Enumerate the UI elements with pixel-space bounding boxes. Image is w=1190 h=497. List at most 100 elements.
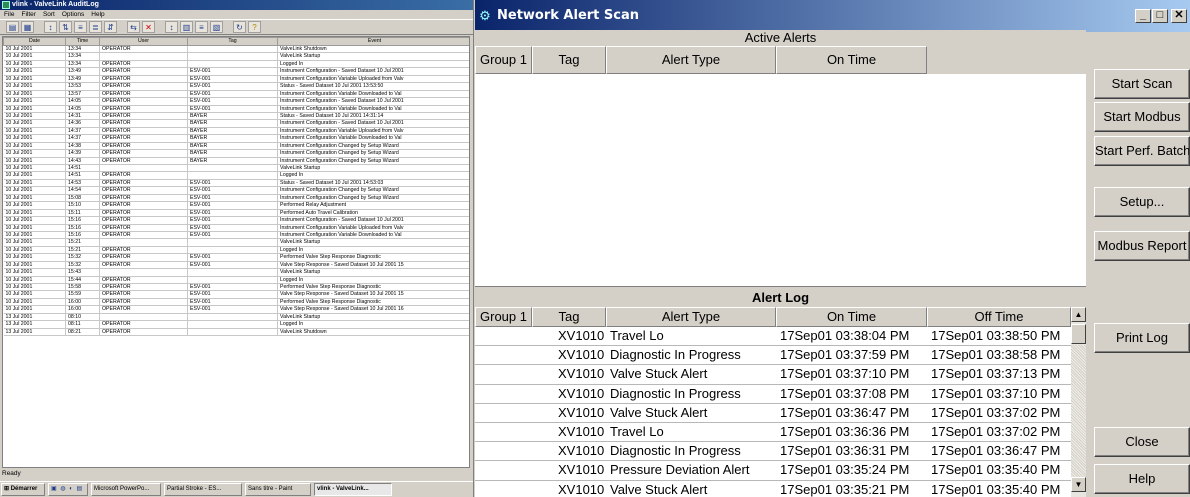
col-date[interactable]: Date bbox=[3, 37, 66, 46]
audit-row[interactable]: 10 Jul 2001 13:49 OPERATOR ESV-001 Instrumen… bbox=[3, 67, 469, 76]
close-button[interactable]: Close bbox=[1094, 427, 1190, 457]
log-col-alert-type[interactable]: Alert Type bbox=[606, 307, 776, 327]
audit-row[interactable]: 10 Jul 2001 14:37 OPERATOR BAYER Instrument … bbox=[3, 127, 469, 136]
scroll-thumb[interactable] bbox=[1071, 324, 1086, 344]
audit-row[interactable]: 10 Jul 2001 15:08 OPERATOR ESV-001 Instrumen… bbox=[3, 194, 469, 203]
col-user[interactable]: User bbox=[99, 37, 188, 46]
audit-row[interactable]: 10 Jul 2001 15:16 OPERATOR ESV-001 Instrumen… bbox=[3, 224, 469, 232]
scroll-down-icon[interactable]: ▼ bbox=[1071, 477, 1086, 492]
audit-row[interactable]: 10 Jul 2001 14:43 OPERATOR BAYER Instrument … bbox=[3, 157, 469, 166]
close-window-button[interactable]: ✕ bbox=[1171, 9, 1187, 23]
taskbar-item-powerpoint[interactable]: Microsoft PowerPo... bbox=[91, 483, 161, 496]
minimize-button[interactable]: _ bbox=[1135, 9, 1151, 23]
modbus-report-button[interactable]: Modbus Report bbox=[1094, 231, 1190, 261]
maximize-button[interactable]: □ bbox=[1152, 9, 1168, 23]
audit-row[interactable]: 10 Jul 2001 13:34 OPERATOR Logged In bbox=[3, 60, 469, 69]
alert-log-scrollbar[interactable]: ▲ ▼ bbox=[1071, 307, 1086, 497]
view-date-icon[interactable]: ↕ bbox=[165, 21, 178, 33]
audit-row[interactable]: 10 Jul 2001 15:10 OPERATOR ESV-001 Performed… bbox=[3, 201, 469, 210]
audit-row[interactable]: 10 Jul 2001 15:21 ValveLink Startup bbox=[3, 238, 469, 247]
help-icon[interactable]: ? bbox=[248, 21, 261, 33]
audit-row[interactable]: 10 Jul 2001 15:11 OPERATOR ESV-001 Performed… bbox=[3, 209, 469, 218]
audit-row[interactable]: 10 Jul 2001 14:53 OPERATOR ESV-001 Status - … bbox=[3, 179, 469, 188]
alert-log-row[interactable]: XV1010 Valve Stuck Alert 17Sep01 03:35:21 … bbox=[475, 481, 1071, 497]
audit-row[interactable]: 10 Jul 2001 15:44 OPERATOR Logged In bbox=[3, 276, 469, 285]
view-user-icon[interactable]: ▥ bbox=[180, 21, 193, 33]
audit-row[interactable]: 10 Jul 2001 15:16 OPERATOR ESV-001 Instrumen… bbox=[3, 231, 469, 240]
active-col-on-time[interactable]: On Time bbox=[776, 46, 927, 74]
audit-row[interactable]: 10 Jul 2001 15:21 OPERATOR Logged In bbox=[3, 246, 469, 255]
audit-row[interactable]: 10 Jul 2001 14:31 OPERATOR BAYER Status - Sa… bbox=[3, 112, 469, 121]
alert-log-row[interactable]: XV1010 Travel Lo 17Sep01 03:36:36 PM 17Sep0… bbox=[475, 423, 1071, 443]
taskbar-item-partial-stroke[interactable]: Partial Stroke - ES... bbox=[164, 483, 242, 496]
audit-row[interactable]: 10 Jul 2001 16:00 OPERATOR ESV-001 Performed… bbox=[3, 298, 469, 307]
sort-user-icon[interactable]: ≡ bbox=[74, 21, 87, 33]
print-log-button[interactable]: Print Log bbox=[1094, 323, 1190, 353]
audit-row[interactable]: 10 Jul 2001 15:58 OPERATOR ESV-001 Performed… bbox=[3, 283, 469, 292]
audit-row[interactable]: 10 Jul 2001 15:43 ValveLink Startup bbox=[3, 268, 469, 277]
help-button[interactable]: Help bbox=[1094, 464, 1190, 494]
view-event-icon[interactable]: ▧ bbox=[210, 21, 223, 33]
refresh-icon[interactable]: ↻ bbox=[233, 21, 246, 33]
scroll-track[interactable] bbox=[1071, 345, 1086, 477]
alert-log-row[interactable]: XV1010 Valve Stuck Alert 17Sep01 03:37:10 … bbox=[475, 365, 1071, 385]
alert-log-row[interactable]: XV1010 Diagnostic In Progress 17Sep01 03:3… bbox=[475, 385, 1071, 404]
start-button[interactable]: ⊞ Démarrer bbox=[1, 483, 45, 496]
audit-row[interactable]: 10 Jul 2001 15:32 OPERATOR ESV-001 Valve Ste… bbox=[3, 261, 469, 270]
audit-row[interactable]: 10 Jul 2001 13:53 OPERATOR ESV-001 Status - … bbox=[3, 82, 469, 91]
active-col-group[interactable]: Group 1 bbox=[475, 46, 532, 74]
col-time[interactable]: Time bbox=[65, 37, 100, 46]
menu-sort[interactable]: Sort bbox=[43, 10, 55, 19]
alert-log-row[interactable]: XV1010 Pressure Deviation Alert 17Sep01 03… bbox=[475, 461, 1071, 481]
menu-help[interactable]: Help bbox=[91, 10, 104, 19]
log-col-on-time[interactable]: On Time bbox=[776, 307, 927, 327]
audit-row[interactable]: 10 Jul 2001 14:54 OPERATOR ESV-001 Instrumen… bbox=[3, 186, 469, 195]
menu-file[interactable]: File bbox=[4, 10, 14, 19]
setup-button[interactable]: Setup... bbox=[1094, 187, 1190, 217]
log-col-group[interactable]: Group 1 bbox=[475, 307, 532, 327]
view-tag-icon[interactable]: ≡ bbox=[195, 21, 208, 33]
col-tag[interactable]: Tag bbox=[187, 37, 278, 46]
start-modbus-button[interactable]: Start Modbus bbox=[1094, 102, 1190, 132]
active-col-tag[interactable]: Tag bbox=[532, 46, 606, 74]
audit-row[interactable]: 13 Jul 2001 08:11 OPERATOR Logged In bbox=[3, 320, 469, 329]
alert-log-row[interactable]: XV1010 Diagnostic In Progress 17Sep01 03:3… bbox=[475, 442, 1071, 462]
filter-icon[interactable]: ⇆ bbox=[127, 21, 140, 33]
log-col-off-time[interactable]: Off Time bbox=[927, 307, 1071, 327]
audit-row[interactable]: 10 Jul 2001 15:32 OPERATOR ESV-001 Performed… bbox=[3, 253, 469, 262]
audit-row[interactable]: 10 Jul 2001 13:49 OPERATOR ESV-001 Instrumen… bbox=[3, 75, 469, 84]
audit-row[interactable]: 10 Jul 2001 13:34 ValveLink Startup bbox=[3, 52, 469, 61]
audit-row[interactable]: 10 Jul 2001 15:59 OPERATOR ESV-001 Valve Ste… bbox=[3, 290, 469, 299]
alert-log-row[interactable]: XV1010 Travel Lo 17Sep01 03:38:04 PM 17Sep0… bbox=[475, 327, 1071, 347]
audit-row[interactable]: 10 Jul 2001 14:37 OPERATOR BAYER Instrument … bbox=[3, 134, 469, 143]
audit-row[interactable]: 10 Jul 2001 14:36 OPERATOR BAYER Instrument … bbox=[3, 119, 469, 128]
col-event[interactable]: Event bbox=[277, 37, 469, 46]
log-col-tag[interactable]: Tag bbox=[532, 307, 606, 327]
sort-date-icon[interactable]: ↕ bbox=[44, 21, 57, 33]
audit-row[interactable]: 10 Jul 2001 14:39 OPERATOR BAYER Instrument … bbox=[3, 149, 469, 158]
scroll-up-icon[interactable]: ▲ bbox=[1071, 307, 1086, 322]
audit-row[interactable]: 10 Jul 2001 13:34 OPERATOR ValveLink Shutdo… bbox=[3, 45, 469, 54]
audit-row[interactable]: 10 Jul 2001 14:51 OPERATOR Logged In bbox=[3, 171, 469, 180]
menu-filter[interactable]: Filter bbox=[21, 10, 35, 19]
audit-row[interactable]: 13 Jul 2001 08:21 OPERATOR ValveLink Shutdo… bbox=[3, 328, 469, 337]
alert-log-row[interactable]: XV1010 Diagnostic In Progress 17Sep01 03:3… bbox=[475, 346, 1071, 366]
alert-log-row[interactable]: XV1010 Valve Stuck Alert 17Sep01 03:36:47 … bbox=[475, 404, 1071, 423]
active-col-alert-type[interactable]: Alert Type bbox=[606, 46, 776, 74]
start-scan-button[interactable]: Start Scan bbox=[1094, 69, 1190, 99]
active-alerts-list[interactable] bbox=[475, 74, 1086, 286]
menu-options[interactable]: Options bbox=[62, 10, 84, 19]
audit-row[interactable]: 10 Jul 2001 14:05 OPERATOR ESV-001 Instrumen… bbox=[3, 105, 469, 113]
sort-time-icon[interactable]: ⇅ bbox=[59, 21, 72, 33]
audit-row[interactable]: 10 Jul 2001 13:57 OPERATOR ESV-001 Instrumen… bbox=[3, 90, 469, 99]
taskbar-item-paint[interactable]: Sans titre - Paint bbox=[245, 483, 311, 496]
clear-filter-icon[interactable]: ✕ bbox=[142, 21, 155, 33]
quick-launch-icons[interactable]: ▣ ◍ ◐ ▤ bbox=[48, 483, 88, 496]
audit-row[interactable]: 10 Jul 2001 16:00 OPERATOR ESV-001 Valve Ste… bbox=[3, 305, 469, 314]
open-icon[interactable]: ▤ bbox=[6, 21, 19, 33]
audit-row[interactable]: 13 Jul 2001 08:10 ValveLink Startup bbox=[3, 313, 469, 322]
taskbar-item-vlink[interactable]: vlink - ValveLink... bbox=[314, 483, 392, 496]
sort-tag-icon[interactable]: ≣ bbox=[89, 21, 102, 33]
audit-row[interactable]: 10 Jul 2001 14:05 OPERATOR ESV-001 Instrumen… bbox=[3, 97, 469, 106]
audit-row[interactable]: 10 Jul 2001 14:51 ValveLink Startup bbox=[3, 164, 469, 173]
